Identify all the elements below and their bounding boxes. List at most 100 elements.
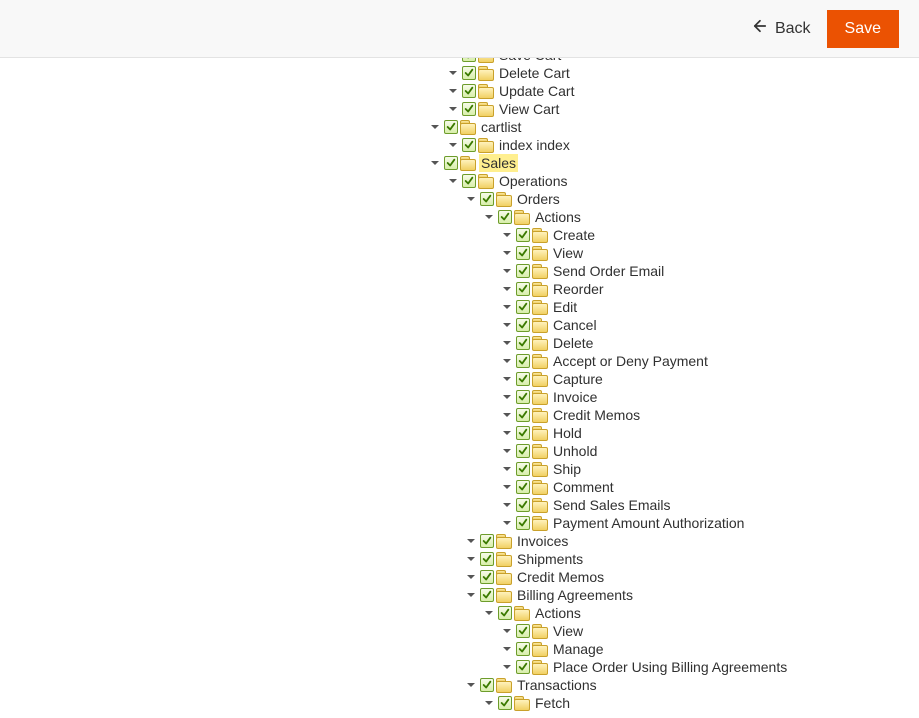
expand-toggle-icon[interactable] (502, 662, 512, 672)
expand-toggle-icon[interactable] (466, 590, 476, 600)
expand-toggle-icon[interactable] (502, 320, 512, 330)
permission-checkbox[interactable] (516, 516, 530, 530)
expand-toggle-icon[interactable] (484, 608, 494, 618)
back-button[interactable]: Back (751, 17, 811, 40)
expand-toggle-icon[interactable] (448, 86, 458, 96)
expand-toggle-icon[interactable] (502, 356, 512, 366)
expand-toggle-icon[interactable] (484, 698, 494, 708)
expand-toggle-icon[interactable] (466, 572, 476, 582)
permission-checkbox[interactable] (480, 678, 494, 692)
tree-node-label[interactable]: Actions (533, 208, 583, 226)
tree-node-label[interactable]: Operations (497, 172, 569, 190)
tree-node-label[interactable]: Reorder (551, 280, 606, 298)
expand-toggle-icon[interactable] (502, 464, 512, 474)
permission-checkbox[interactable] (516, 444, 530, 458)
expand-toggle-icon[interactable] (502, 428, 512, 438)
tree-node-label[interactable]: Payment Amount Authorization (551, 514, 746, 532)
permission-checkbox[interactable] (462, 102, 476, 116)
expand-toggle-icon[interactable] (448, 176, 458, 186)
tree-node-label[interactable]: Place Order Using Billing Agreements (551, 658, 789, 676)
expand-toggle-icon[interactable] (502, 410, 512, 420)
expand-toggle-icon[interactable] (502, 338, 512, 348)
permission-checkbox[interactable] (462, 66, 476, 80)
permission-checkbox[interactable] (516, 642, 530, 656)
permission-checkbox[interactable] (480, 192, 494, 206)
save-button[interactable]: Save (827, 10, 899, 48)
tree-node-label[interactable]: Accept or Deny Payment (551, 352, 710, 370)
tree-node-label[interactable]: Send Order Email (551, 262, 666, 280)
permission-checkbox[interactable] (480, 534, 494, 548)
tree-node-label[interactable]: Edit (551, 298, 579, 316)
permission-checkbox[interactable] (462, 138, 476, 152)
tree-node-label[interactable]: Send Sales Emails (551, 496, 673, 514)
expand-toggle-icon[interactable] (430, 158, 440, 168)
tree-node-label[interactable]: Invoice (551, 388, 599, 406)
expand-toggle-icon[interactable] (466, 536, 476, 546)
permission-checkbox[interactable] (480, 552, 494, 566)
permission-checkbox[interactable] (516, 228, 530, 242)
expand-toggle-icon[interactable] (430, 122, 440, 132)
expand-toggle-icon[interactable] (502, 518, 512, 528)
expand-toggle-icon[interactable] (448, 104, 458, 114)
expand-toggle-icon[interactable] (466, 554, 476, 564)
tree-node-label[interactable]: Unhold (551, 442, 599, 460)
tree-node-label[interactable]: Delete Cart (497, 64, 572, 82)
expand-toggle-icon[interactable] (502, 446, 512, 456)
tree-node-label[interactable]: Sales (479, 154, 518, 172)
permission-checkbox[interactable] (480, 588, 494, 602)
tree-node-label[interactable]: Cancel (551, 316, 599, 334)
expand-toggle-icon[interactable] (502, 284, 512, 294)
permission-checkbox[interactable] (516, 372, 530, 386)
permission-checkbox[interactable] (498, 696, 512, 710)
tree-node-label[interactable]: Credit Memos (515, 568, 606, 586)
tree-node-label[interactable]: cartlist (479, 118, 523, 136)
tree-node-label[interactable]: Billing Agreements (515, 586, 635, 604)
permission-checkbox[interactable] (516, 300, 530, 314)
tree-node-label[interactable]: Update Cart (497, 82, 576, 100)
permission-checkbox[interactable] (516, 264, 530, 278)
permission-checkbox[interactable] (462, 84, 476, 98)
permission-checkbox[interactable] (498, 210, 512, 224)
tree-node-label[interactable]: Shipments (515, 550, 585, 568)
expand-toggle-icon[interactable] (502, 626, 512, 636)
tree-node-label[interactable]: Invoices (515, 532, 570, 550)
tree-node-label[interactable]: Transactions (515, 676, 599, 694)
tree-node-label[interactable]: Create (551, 226, 597, 244)
tree-node-label[interactable]: Credit Memos (551, 406, 642, 424)
permission-checkbox[interactable] (444, 120, 458, 134)
expand-toggle-icon[interactable] (502, 392, 512, 402)
expand-toggle-icon[interactable] (448, 140, 458, 150)
tree-node-label[interactable]: Manage (551, 640, 606, 658)
permission-checkbox[interactable] (516, 408, 530, 422)
permission-checkbox[interactable] (498, 606, 512, 620)
permission-checkbox[interactable] (462, 58, 476, 62)
permission-checkbox[interactable] (516, 480, 530, 494)
permission-checkbox[interactable] (480, 570, 494, 584)
expand-toggle-icon[interactable] (484, 212, 494, 222)
tree-node-label[interactable]: Ship (551, 460, 583, 478)
tree-node-label[interactable]: Fetch (533, 694, 572, 712)
expand-toggle-icon[interactable] (502, 500, 512, 510)
tree-node-label[interactable]: View Cart (497, 100, 561, 118)
tree-node-label[interactable]: Capture (551, 370, 605, 388)
expand-toggle-icon[interactable] (466, 680, 476, 690)
permission-checkbox[interactable] (516, 624, 530, 638)
expand-toggle-icon[interactable] (502, 266, 512, 276)
permission-checkbox[interactable] (516, 462, 530, 476)
expand-toggle-icon[interactable] (502, 482, 512, 492)
tree-node-label[interactable]: Actions (533, 604, 583, 622)
expand-toggle-icon[interactable] (466, 194, 476, 204)
tree-node-label[interactable]: Orders (515, 190, 562, 208)
permission-checkbox[interactable] (516, 354, 530, 368)
permission-checkbox[interactable] (516, 660, 530, 674)
expand-toggle-icon[interactable] (502, 248, 512, 258)
permission-checkbox[interactable] (516, 336, 530, 350)
expand-toggle-icon[interactable] (502, 230, 512, 240)
tree-node-label[interactable]: View (551, 244, 585, 262)
permission-checkbox[interactable] (516, 318, 530, 332)
expand-toggle-icon[interactable] (502, 374, 512, 384)
permission-checkbox[interactable] (516, 282, 530, 296)
permission-checkbox[interactable] (462, 174, 476, 188)
tree-node-label[interactable]: View (551, 622, 585, 640)
tree-node-label[interactable]: Comment (551, 478, 616, 496)
